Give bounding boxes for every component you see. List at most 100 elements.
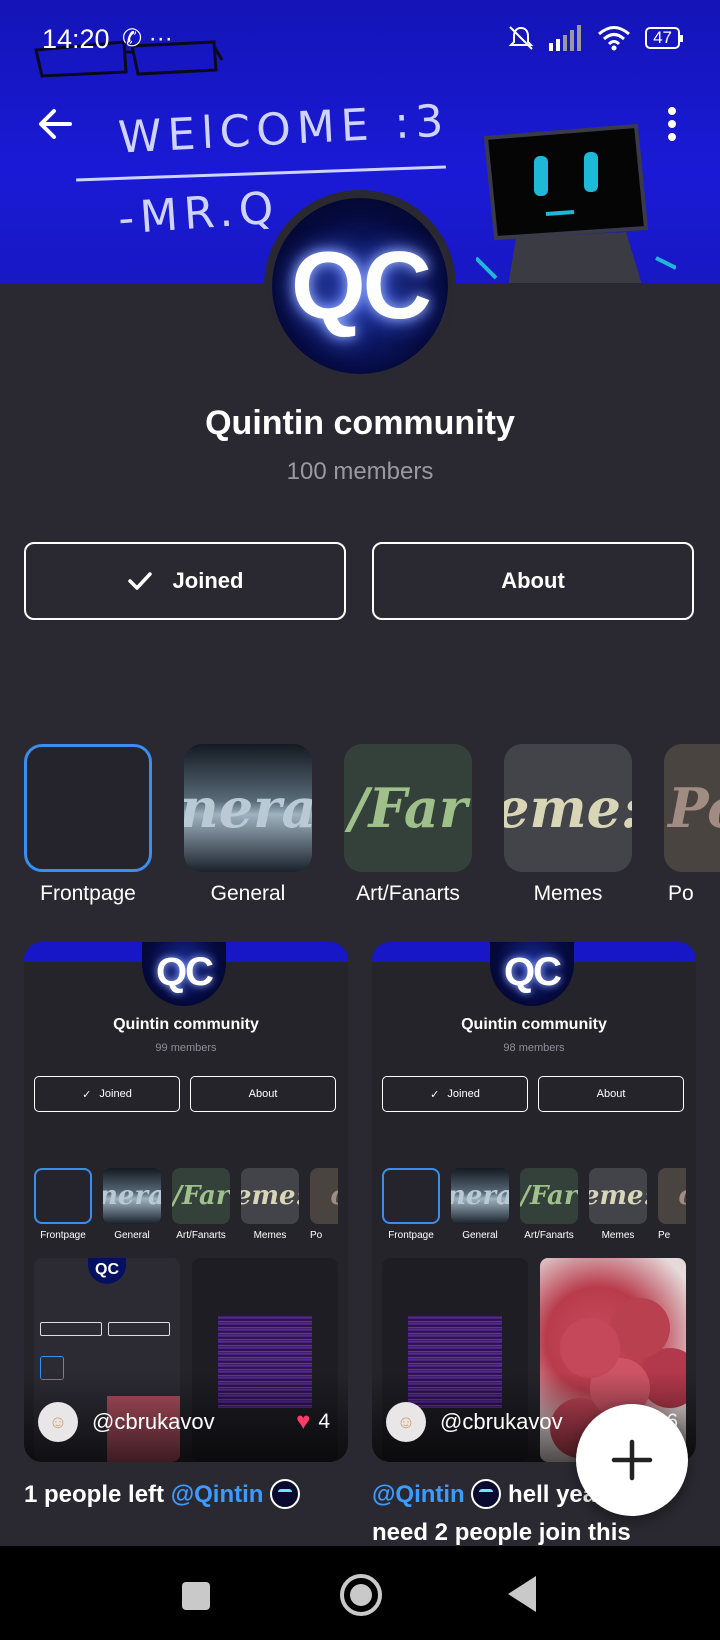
- member-count: 100 members: [286, 458, 434, 485]
- nested-button-decoration: [108, 1322, 170, 1336]
- category-po[interactable]: Po Po: [664, 744, 720, 906]
- mini-category-label: Pe: [658, 1230, 671, 1241]
- plus-icon: [611, 1439, 653, 1481]
- mini-category-thumb: eme:: [241, 1168, 299, 1224]
- mini-category: eme: Memes: [589, 1168, 647, 1241]
- mini-category: /Far Art/Fanarts: [172, 1168, 230, 1241]
- category-thumb: nera: [184, 744, 312, 872]
- mini-category-list: Frontpage nera General /Far Art/Fanarts …: [34, 1168, 348, 1248]
- mini-category: o Po: [310, 1168, 338, 1241]
- mini-avatar: QC: [142, 942, 226, 1006]
- nested-button-decoration: [40, 1322, 102, 1336]
- signal-icon: [549, 25, 582, 51]
- user-mention[interactable]: @Qintin: [372, 1481, 465, 1508]
- like-number: 4: [318, 1410, 330, 1433]
- about-button[interactable]: About: [372, 542, 694, 620]
- mini-category: Frontpage: [34, 1168, 92, 1241]
- mini-category-list: Frontpage nera General /Far Art/Fanarts …: [382, 1168, 696, 1248]
- recents-button[interactable]: [182, 1582, 210, 1610]
- mini-category-thumb: o: [310, 1168, 338, 1224]
- check-icon: [127, 572, 152, 590]
- joined-button[interactable]: Joined: [24, 542, 346, 620]
- mini-category-thumb: nera: [103, 1168, 161, 1224]
- more-vertical-icon: [668, 107, 676, 141]
- mini-category-thumb: [382, 1168, 440, 1224]
- mini-category-label: Art/Fanarts: [524, 1230, 574, 1241]
- mini-category-thumb: eme:: [589, 1168, 647, 1224]
- about-label: About: [501, 568, 565, 593]
- banner-welcome-text: WElCOME :3: [116, 95, 451, 164]
- back-button[interactable]: [36, 104, 76, 144]
- battery-indicator: 47: [645, 27, 683, 49]
- create-post-button[interactable]: [576, 1404, 688, 1516]
- arrow-left-icon: [39, 109, 72, 139]
- username: @cbrukavov: [440, 1409, 563, 1434]
- category-thumb: /Far: [344, 744, 472, 872]
- qc-emoji-icon: [270, 1478, 301, 1509]
- banner-underline: [76, 165, 446, 182]
- post-card[interactable]: QC Quintin community 98 members ✓ Joined…: [372, 942, 696, 1462]
- mini-joined-button: ✓ Joined: [382, 1076, 528, 1112]
- category-thumb: [24, 744, 152, 872]
- category-label: Memes: [533, 882, 603, 905]
- community-title: Quintin community: [205, 404, 515, 442]
- post-card[interactable]: QC Quintin community 99 members ✓ Joined…: [24, 942, 348, 1462]
- mini-category-label: Frontpage: [40, 1230, 86, 1241]
- system-back-button[interactable]: [508, 1576, 536, 1612]
- mini-category-label: General: [462, 1230, 498, 1241]
- category-label: Frontpage: [40, 882, 136, 905]
- mute-bell-icon: [508, 26, 534, 50]
- caption-text: 1 people left: [24, 1481, 171, 1508]
- mini-joined-label: Joined: [99, 1088, 132, 1100]
- mini-category: o Pe: [658, 1168, 686, 1241]
- category-label: Po: [668, 882, 694, 905]
- mini-category-thumb: [34, 1168, 92, 1224]
- status-bar: 14:20 ✆ ··· 47: [0, 0, 720, 76]
- status-time: 14:20: [42, 24, 110, 54]
- mini-category-thumb: /Far: [172, 1168, 230, 1224]
- check-icon: ✓: [430, 1088, 440, 1101]
- system-navigation-bar: [0, 1546, 720, 1640]
- like-count[interactable]: ♥ 4: [296, 1408, 330, 1436]
- more-options-button[interactable]: [662, 104, 682, 144]
- status-right-icons: 47: [507, 24, 683, 52]
- check-icon: ✓: [82, 1088, 92, 1101]
- post-author[interactable]: ☺ @cbrukavov: [38, 1402, 215, 1442]
- wifi-icon: [598, 26, 631, 51]
- category-thumb: eme:: [504, 744, 632, 872]
- status-notification-icons: ✆ ···: [122, 25, 173, 52]
- joined-label: Joined: [172, 568, 244, 593]
- mini-joined-button: ✓ Joined: [34, 1076, 180, 1112]
- mini-category: nera General: [103, 1168, 161, 1241]
- category-general[interactable]: nera General: [184, 744, 312, 906]
- mini-title: Quintin community: [461, 1016, 607, 1033]
- category-memes[interactable]: eme: Memes: [504, 744, 632, 906]
- category-thumb: Po: [664, 744, 720, 872]
- mini-about-label: About: [596, 1088, 626, 1100]
- category-art-fanarts[interactable]: /Far Art/Fanarts: [344, 744, 472, 906]
- mini-category: /Far Art/Fanarts: [520, 1168, 578, 1241]
- category-label: General: [210, 882, 286, 905]
- mini-category-label: Memes: [253, 1230, 287, 1241]
- mini-members: 99 members: [155, 1042, 217, 1054]
- post-author[interactable]: ☺ @cbrukavov: [386, 1402, 563, 1442]
- mini-category: nera General: [451, 1168, 509, 1241]
- community-avatar-text: QC: [272, 198, 448, 374]
- community-page: WElCOME :3 -MR.Q 14:20 ✆ ··· 47 QC Quint…: [0, 0, 720, 1640]
- post-caption[interactable]: 1 people left @Qintin: [24, 1476, 354, 1514]
- mini-about-label: About: [248, 1088, 278, 1100]
- mini-category-label: Art/Fanarts: [176, 1230, 226, 1241]
- mini-category-thumb: nera: [451, 1168, 509, 1224]
- mini-joined-label: Joined: [447, 1088, 480, 1100]
- community-avatar: QC: [264, 190, 456, 382]
- mini-members: 98 members: [503, 1042, 565, 1054]
- user-avatar: ☺: [386, 1402, 426, 1442]
- home-button[interactable]: [340, 1574, 382, 1616]
- category-list: Frontpage nera General /Far Art/Fanarts …: [0, 744, 720, 914]
- category-frontpage[interactable]: Frontpage: [24, 744, 152, 906]
- mini-about-button: About: [190, 1076, 336, 1112]
- mini-category-label: Po: [310, 1230, 323, 1241]
- qc-emoji-icon: [471, 1478, 502, 1509]
- mini-category-label: Memes: [601, 1230, 635, 1241]
- user-mention[interactable]: @Qintin: [171, 1481, 264, 1508]
